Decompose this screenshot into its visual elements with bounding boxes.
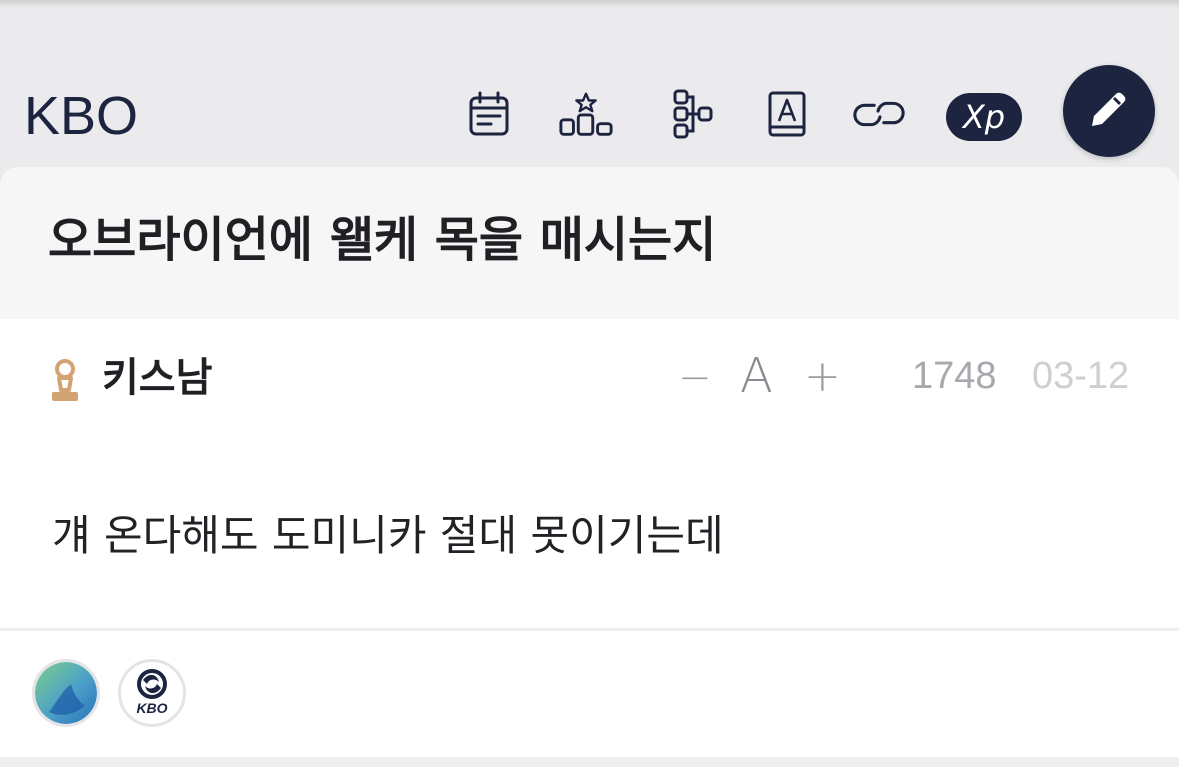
font-decrease-button[interactable]: − [678, 354, 712, 402]
view-count: 1748 [912, 355, 997, 397]
calendar-icon[interactable] [461, 86, 517, 142]
link-icon[interactable] [851, 86, 907, 142]
font-increase-button[interactable]: + [804, 352, 841, 402]
ranking-icon[interactable] [558, 86, 614, 142]
post-meta-row: 키스남 − A + 1748 03-12 [0, 340, 1179, 420]
write-post-button[interactable] [1063, 65, 1155, 157]
brand-title[interactable]: KBO [24, 86, 138, 146]
divider [0, 757, 1179, 767]
bracket-icon[interactable] [664, 86, 720, 142]
reaction-bar: KBO [0, 631, 1179, 759]
post-date: 03-12 [1032, 355, 1130, 397]
kbo-badge-avatar[interactable]: KBO [118, 659, 186, 727]
pencil-icon [1086, 86, 1132, 136]
top-navigation-bar: KBO Xp [0, 0, 1179, 185]
kbo-badge-text: KBO [136, 700, 168, 716]
dictionary-icon[interactable] [759, 86, 815, 142]
pawn-rank-icon [48, 358, 82, 408]
post-title: 오브라이언에 왤케 목을 매시는지 [48, 212, 717, 268]
font-size-label: A [740, 348, 773, 404]
author-name[interactable]: 키스남 [102, 354, 212, 402]
green-blue-avatar[interactable] [32, 659, 100, 727]
xp-button[interactable]: Xp [946, 93, 1022, 141]
post-body: 걔 온다해도 도미니카 절대 못이기는데 [52, 511, 724, 560]
